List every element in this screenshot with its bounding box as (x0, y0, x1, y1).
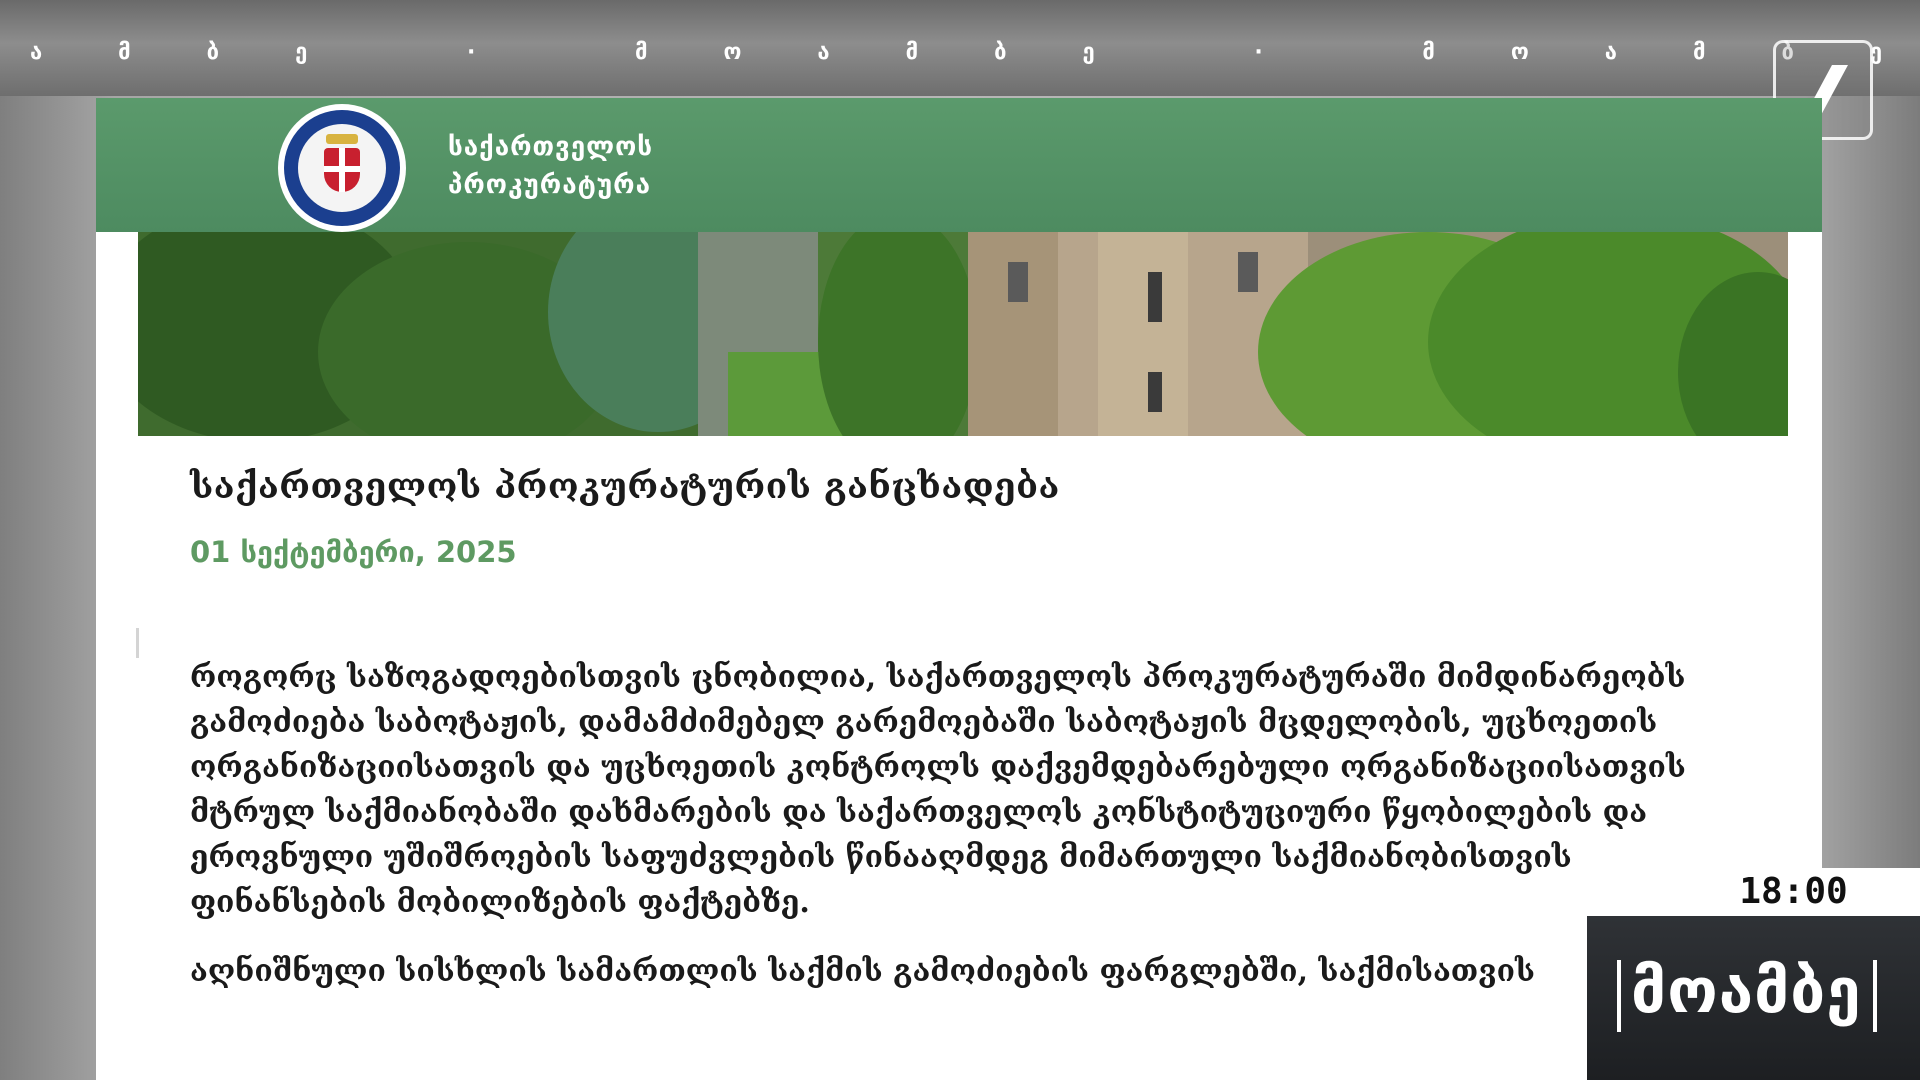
prosecution-service-emblem-icon[interactable] (278, 104, 406, 232)
article-paragraph-1: როგორც საზოგადოებისთვის ცნობილია, საქართ… (190, 660, 1686, 920)
ticker-text: ამბე · მოამბე · მოამბე · მ (30, 40, 1920, 65)
site-name[interactable]: საქართველოს პროკურატურა (448, 128, 653, 204)
broadcast-clock: 18:00 (1587, 868, 1920, 916)
article-paragraph-2: აღნიშნული სისხლის სამართლის საქმის გამოძ… (190, 954, 1535, 989)
site-name-line1: საქართველოს (448, 132, 654, 162)
program-label-box: მოამბე (1587, 916, 1920, 1080)
building-banner-image (138, 232, 1788, 436)
program-bar-right (1873, 960, 1877, 1032)
webpage-screenshot: საქართველოს პროკურატურა საქართველოს პროკ… (96, 98, 1822, 1080)
article-title: საქართველოს პროკურატურის განცხადება (190, 466, 1060, 507)
text-divider-mark (136, 628, 139, 658)
clock-time: 18:00 (1739, 871, 1848, 912)
top-ticker-bar: ამბე · მოამბე · მოამბე · მ (0, 0, 1920, 96)
site-header: საქართველოს პროკურატურა (96, 98, 1822, 232)
article-date: 01 სექტემბერი, 2025 (190, 535, 517, 569)
article-content: საქართველოს პროკურატურის განცხადება 01 ს… (190, 466, 1750, 994)
program-name: მოამბე (1631, 954, 1862, 1027)
tv-frame: ამბე · მოამბე · მოამბე · მ საქართველოს პ… (0, 0, 1920, 1080)
site-name-line2: პროკურატურა (448, 170, 651, 200)
program-bar-left (1617, 960, 1621, 1032)
